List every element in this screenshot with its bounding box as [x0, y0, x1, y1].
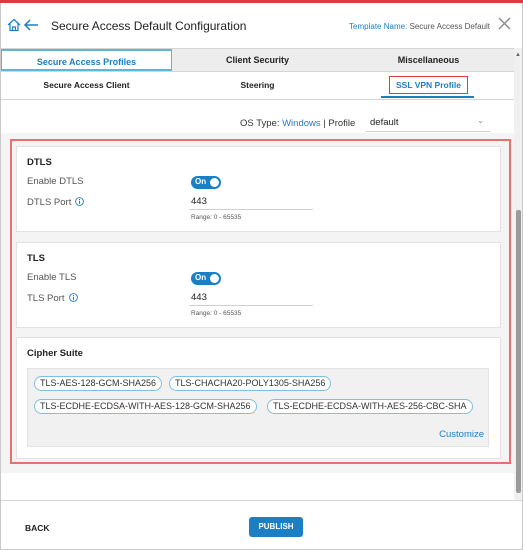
- back-button[interactable]: BACK: [25, 523, 50, 533]
- tls-port-input[interactable]: 443: [189, 292, 313, 306]
- page-title: Secure Access Default Configuration: [51, 19, 247, 33]
- enable-tls-label: Enable TLS: [27, 272, 77, 283]
- primary-tabs: Secure Access Profiles Client Security M…: [1, 48, 514, 72]
- toggle-state: On: [195, 273, 207, 282]
- cipher-chip: TLS-ECDHE-ECDSA-WITH-AES-128-GCM-SHA256: [34, 399, 257, 414]
- tls-port-range: Range: 0 - 65535: [191, 310, 242, 317]
- chevron-down-icon: ⌄: [477, 116, 484, 125]
- cipher-suite-list: TLS-AES-128-GCM-SHA256 TLS-CHACHA20-POLY…: [27, 368, 489, 447]
- enable-dtls-toggle[interactable]: On: [191, 176, 221, 189]
- toggle-state: On: [195, 177, 207, 186]
- tls-title: TLS: [27, 253, 45, 264]
- tab-steering[interactable]: Steering: [172, 72, 343, 99]
- profile-select-value: default: [370, 117, 399, 128]
- tls-port-label: TLS Port: [27, 293, 65, 304]
- dtls-port-range: Range: 0 - 65535: [191, 214, 242, 221]
- enable-dtls-label: Enable DTLS: [27, 176, 84, 187]
- back-arrow-icon[interactable]: [23, 18, 39, 32]
- dtls-port-input[interactable]: 443: [189, 196, 313, 210]
- scroll-up-icon[interactable]: ▲: [515, 52, 521, 58]
- footer: BACK PUBLISH: [1, 500, 522, 549]
- dtls-port-row: DTLS Port: [27, 197, 85, 208]
- tab-label: SSL VPN Profile: [388, 76, 469, 94]
- tab-ssl-vpn-profile[interactable]: SSL VPN Profile: [343, 72, 514, 99]
- profile-select[interactable]: default ⌄: [366, 112, 490, 132]
- tab-label: Steering: [240, 80, 275, 90]
- home-icon[interactable]: [7, 18, 21, 32]
- dtls-title: DTLS: [27, 157, 52, 168]
- tab-client-security[interactable]: Client Security: [172, 49, 343, 71]
- info-icon[interactable]: [75, 197, 85, 206]
- template-name-key: Template Name:: [349, 22, 408, 31]
- cipher-suite-title: Cipher Suite: [27, 348, 83, 359]
- customize-link[interactable]: Customize: [439, 429, 484, 440]
- tab-secure-access-profiles[interactable]: Secure Access Profiles: [1, 49, 172, 71]
- separator: |: [323, 118, 326, 129]
- secondary-tabs: Secure Access Client Steering SSL VPN Pr…: [1, 72, 514, 100]
- cipher-chip: TLS-AES-128-GCM-SHA256: [34, 376, 163, 391]
- dtls-port-label: DTLS Port: [27, 197, 72, 208]
- info-icon[interactable]: [68, 293, 78, 302]
- publish-button[interactable]: PUBLISH: [249, 517, 303, 537]
- tab-secure-access-client[interactable]: Secure Access Client: [1, 72, 172, 99]
- toggle-knob: [210, 178, 219, 187]
- profile-label: Profile: [328, 118, 356, 129]
- os-type-label: OS Type:: [240, 118, 280, 129]
- tls-card: TLS Enable TLS On TLS Port 443 Range: 0 …: [16, 242, 501, 328]
- cipher-chip: TLS-ECDHE-ECDSA-WITH-AES-256-CBC-SHA: [267, 399, 473, 414]
- cipher-suite-card: Cipher Suite TLS-AES-128-GCM-SHA256 TLS-…: [16, 337, 501, 459]
- tab-miscellaneous[interactable]: Miscellaneous: [343, 49, 514, 71]
- tls-port-row: TLS Port: [27, 293, 78, 304]
- tab-label: Secure Access Client: [43, 80, 130, 90]
- header: Secure Access Default Configuration Temp…: [1, 3, 522, 47]
- os-type-value[interactable]: Windows: [282, 118, 321, 129]
- toggle-knob: [210, 274, 219, 283]
- enable-tls-toggle[interactable]: On: [191, 272, 221, 285]
- cipher-chip: TLS-CHACHA20-POLY1305-SHA256: [169, 376, 332, 391]
- scrollbar-thumb[interactable]: [516, 210, 521, 493]
- close-icon[interactable]: [498, 17, 511, 30]
- dtls-card: DTLS Enable DTLS On DTLS Port 443 Range:…: [16, 146, 501, 232]
- template-name: Template Name: Secure Access Default: [349, 22, 490, 31]
- os-type: OS Type: Windows | Profile: [240, 118, 355, 129]
- template-name-value: Secure Access Default: [409, 22, 490, 31]
